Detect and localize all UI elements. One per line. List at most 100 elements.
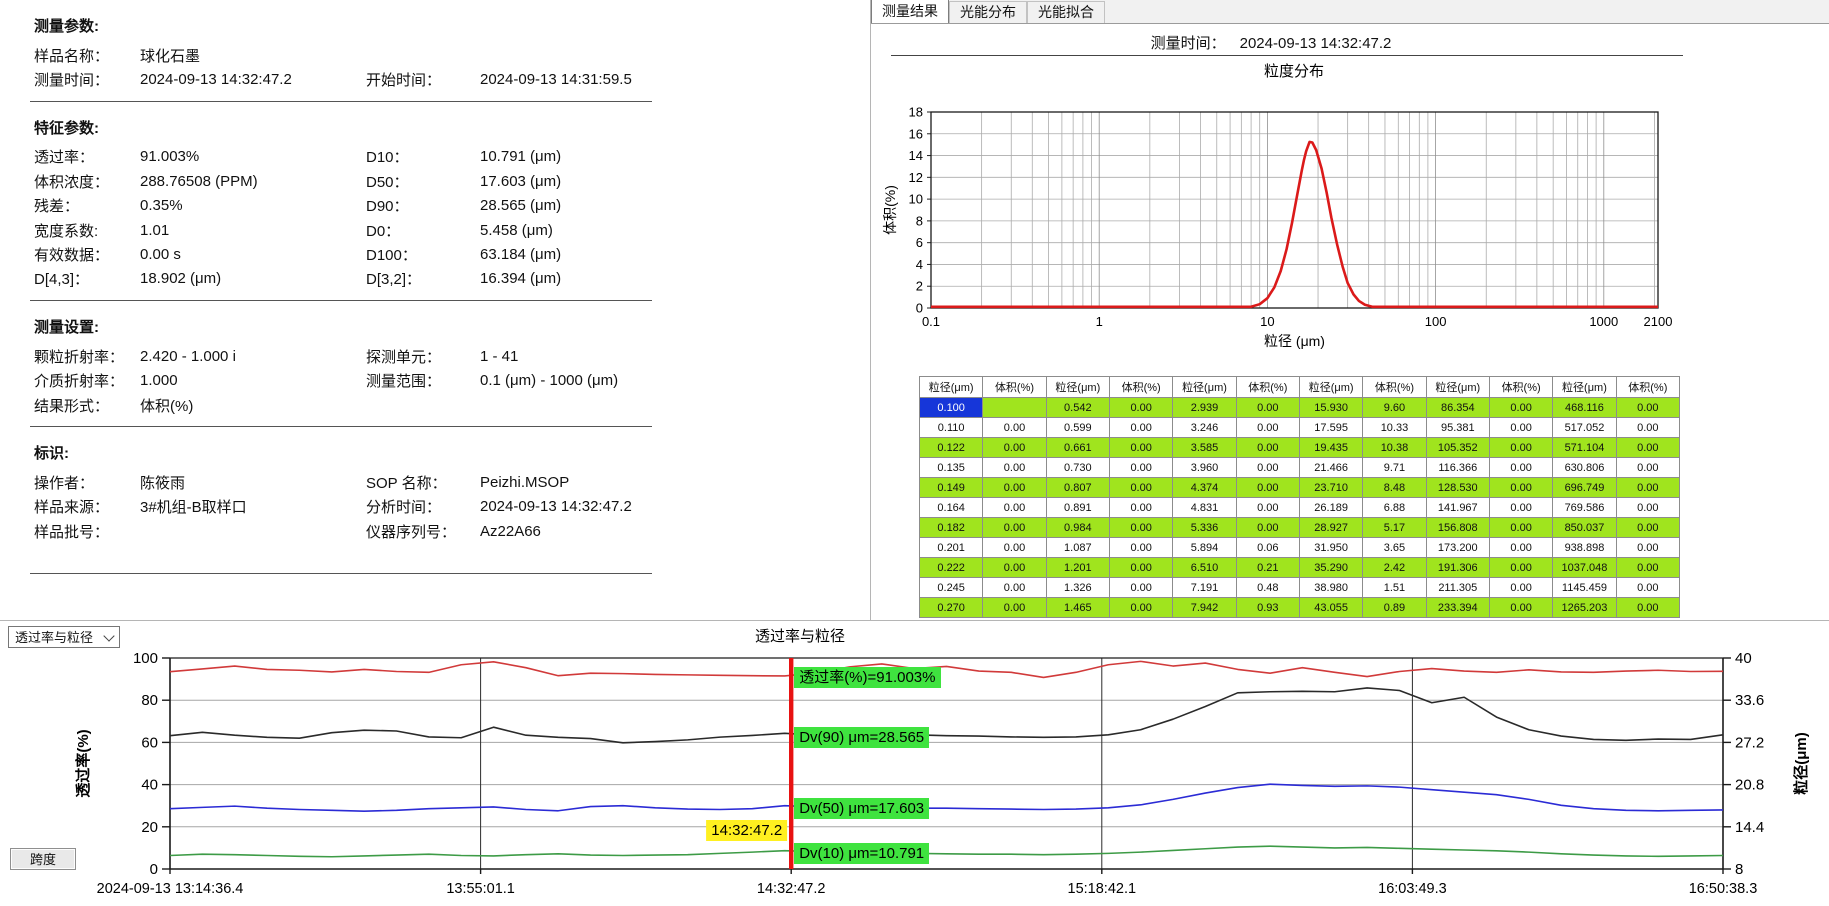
table-cell[interactable]: 0.00 [1109,418,1172,438]
table-cell[interactable]: 0.00 [983,518,1046,538]
table-cell[interactable]: 5.336 [1173,518,1236,538]
span-button[interactable]: 跨度 [10,848,76,870]
table-cell[interactable]: 0.730 [1046,458,1109,478]
table-cell[interactable]: 1145.459 [1553,578,1616,598]
table-cell[interactable]: 1.465 [1046,598,1109,618]
table-cell[interactable]: 0.182 [920,518,983,538]
table-cell[interactable]: 1.201 [1046,558,1109,578]
table-cell[interactable]: 4.831 [1173,498,1236,518]
table-cell[interactable]: 15.930 [1299,398,1362,418]
table-cell[interactable]: 769.586 [1553,498,1616,518]
table-cell[interactable]: 141.967 [1426,498,1489,518]
table-cell[interactable]: 0.00 [1616,558,1679,578]
table-cell[interactable]: 0.00 [1109,498,1172,518]
table-cell[interactable]: 571.104 [1553,438,1616,458]
table-cell[interactable]: 0.100 [920,398,983,418]
table-cell[interactable]: 0.135 [920,458,983,478]
table-cell[interactable]: 0.222 [920,558,983,578]
table-cell[interactable]: 3.65 [1363,538,1426,558]
table-cell[interactable]: 6.510 [1173,558,1236,578]
time-cursor[interactable] [789,658,793,869]
table-cell[interactable]: 5.17 [1363,518,1426,538]
table-cell[interactable]: 10.38 [1363,438,1426,458]
table-cell[interactable]: 0.00 [1616,538,1679,558]
table-cell[interactable]: 86.354 [1426,398,1489,418]
table-cell[interactable]: 0.93 [1236,598,1299,618]
table-cell[interactable]: 233.394 [1426,598,1489,618]
table-cell[interactable]: 0.122 [920,438,983,458]
table-cell[interactable]: 0.00 [983,538,1046,558]
table-cell[interactable]: 1.087 [1046,538,1109,558]
table-cell[interactable]: 0.807 [1046,478,1109,498]
table-cell[interactable]: 468.116 [1553,398,1616,418]
table-cell[interactable]: 0.48 [1236,578,1299,598]
table-cell[interactable]: 0.00 [983,558,1046,578]
table-cell[interactable]: 17.595 [1299,418,1362,438]
table-cell[interactable]: 696.749 [1553,478,1616,498]
table-cell[interactable]: 0.00 [1109,558,1172,578]
table-cell[interactable]: 38.980 [1299,578,1362,598]
table-cell[interactable]: 0.984 [1046,518,1109,538]
table-cell[interactable]: 0.00 [1489,518,1552,538]
table-cell[interactable]: 0.00 [1489,578,1552,598]
table-cell[interactable]: 0.00 [1489,478,1552,498]
table-cell[interactable]: 0.00 [983,598,1046,618]
table-cell[interactable]: 0.00 [1616,418,1679,438]
table-cell[interactable]: 116.366 [1426,458,1489,478]
table-cell[interactable]: 7.942 [1173,598,1236,618]
table-cell[interactable]: 0.89 [1363,598,1426,618]
table-cell[interactable]: 0.00 [1236,518,1299,538]
table-cell[interactable]: 2.42 [1363,558,1426,578]
table-cell[interactable]: 0.00 [1616,518,1679,538]
table-cell[interactable] [983,398,1046,418]
table-cell[interactable]: 0.00 [1489,558,1552,578]
table-cell[interactable]: 0.00 [1236,458,1299,478]
table-cell[interactable]: 517.052 [1553,418,1616,438]
table-cell[interactable]: 156.808 [1426,518,1489,538]
table-cell[interactable]: 173.200 [1426,538,1489,558]
table-cell[interactable]: 9.71 [1363,458,1426,478]
table-cell[interactable]: 938.898 [1553,538,1616,558]
table-cell[interactable]: 0.00 [1109,398,1172,418]
table-cell[interactable]: 0.661 [1046,438,1109,458]
table-cell[interactable]: 0.00 [1236,478,1299,498]
table-cell[interactable]: 0.542 [1046,398,1109,418]
table-cell[interactable]: 26.189 [1299,498,1362,518]
table-cell[interactable]: 0.270 [920,598,983,618]
table-cell[interactable]: 0.201 [920,538,983,558]
table-cell[interactable]: 3.960 [1173,458,1236,478]
table-cell[interactable]: 19.435 [1299,438,1362,458]
table-cell[interactable]: 6.88 [1363,498,1426,518]
table-cell[interactable]: 0.00 [1489,398,1552,418]
table-cell[interactable]: 0.149 [920,478,983,498]
table-cell[interactable]: 4.374 [1173,478,1236,498]
table-cell[interactable]: 0.00 [1109,438,1172,458]
table-cell[interactable]: 1265.203 [1553,598,1616,618]
table-cell[interactable]: 0.00 [1616,498,1679,518]
table-cell[interactable]: 0.00 [1109,578,1172,598]
table-cell[interactable]: 95.381 [1426,418,1489,438]
table-cell[interactable]: 0.00 [1236,438,1299,458]
table-cell[interactable]: 0.00 [1616,438,1679,458]
table-cell[interactable]: 0.110 [920,418,983,438]
table-cell[interactable]: 0.00 [1109,538,1172,558]
table-cell[interactable]: 850.037 [1553,518,1616,538]
table-cell[interactable]: 0.00 [1616,578,1679,598]
table-cell[interactable]: 0.164 [920,498,983,518]
table-cell[interactable]: 0.00 [983,438,1046,458]
table-cell[interactable]: 5.894 [1173,538,1236,558]
table-cell[interactable]: 9.60 [1363,398,1426,418]
table-cell[interactable]: 0.00 [983,478,1046,498]
table-cell[interactable]: 0.00 [983,458,1046,478]
table-cell[interactable]: 0.00 [983,418,1046,438]
table-cell[interactable]: 0.00 [1236,398,1299,418]
table-cell[interactable]: 0.00 [983,578,1046,598]
table-cell[interactable]: 43.055 [1299,598,1362,618]
table-cell[interactable]: 0.06 [1236,538,1299,558]
table-cell[interactable]: 0.00 [1109,518,1172,538]
table-cell[interactable]: 0.00 [1616,478,1679,498]
table-cell[interactable]: 10.33 [1363,418,1426,438]
table-cell[interactable]: 35.290 [1299,558,1362,578]
table-cell[interactable]: 2.939 [1173,398,1236,418]
table-cell[interactable]: 0.00 [1109,458,1172,478]
